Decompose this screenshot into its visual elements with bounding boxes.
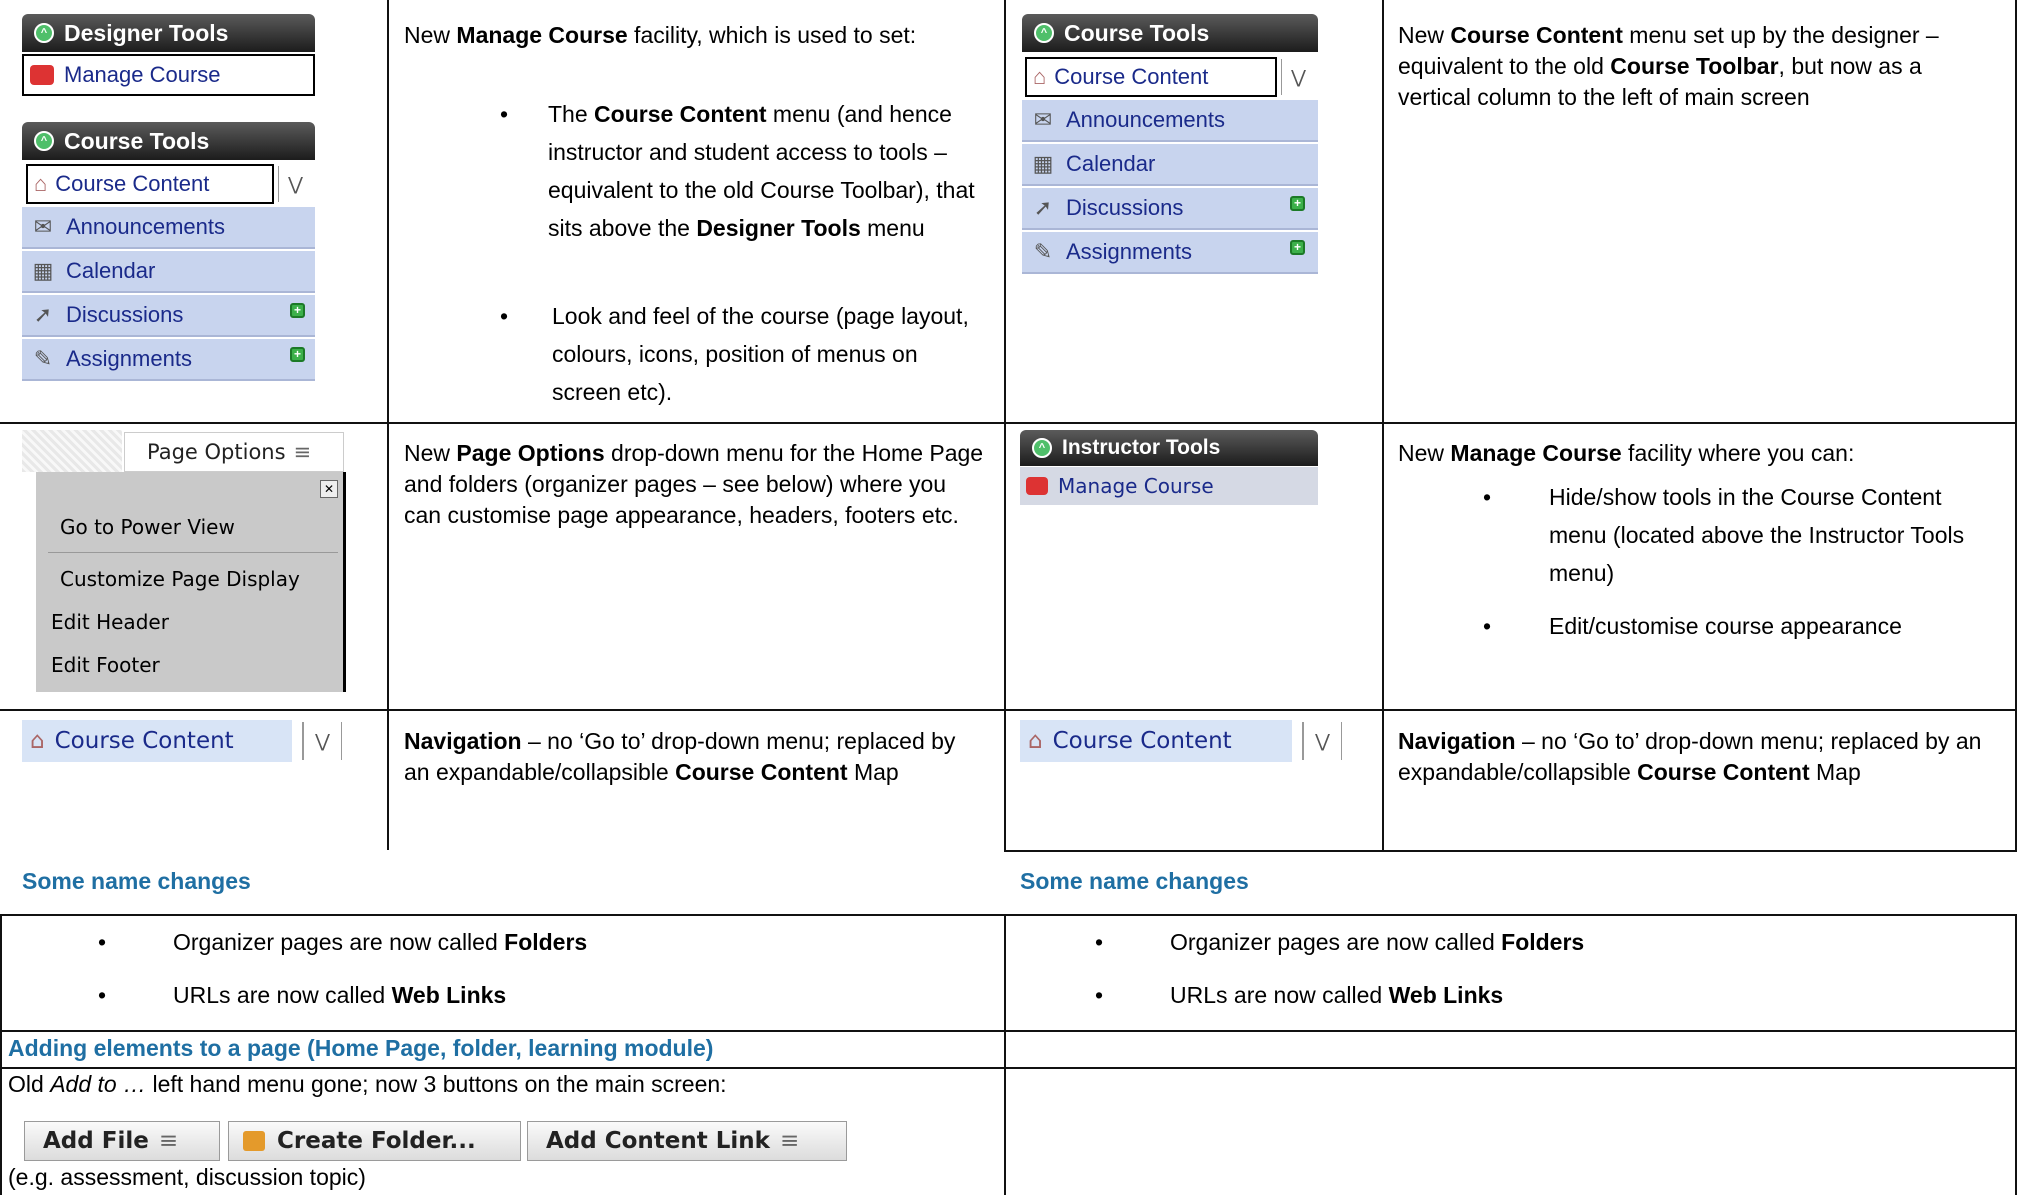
discussions-link[interactable]: Discussions bbox=[1066, 195, 1183, 221]
designer-tools-header: Designer Tools bbox=[64, 19, 229, 46]
manage-course-icon bbox=[30, 65, 54, 85]
manage-course-link[interactable]: Manage Course bbox=[64, 62, 221, 88]
name-changes-heading-left: Some name changes bbox=[22, 868, 251, 894]
bullet-web-links-right: • URLs are now called Web Links bbox=[1095, 982, 1504, 1008]
calendar-link[interactable]: Calendar bbox=[66, 258, 155, 284]
bullet-course-content-menu: • The Course Content menu (and hence ins… bbox=[500, 101, 975, 241]
home-icon: ⌂ bbox=[34, 171, 48, 196]
add-icon[interactable]: + bbox=[1290, 240, 1305, 255]
megaphone-icon: ✉ bbox=[33, 214, 53, 239]
adding-elements-heading: Adding elements to a page (Home Page, fo… bbox=[8, 1035, 714, 1061]
chevron-down-icon[interactable]: ⋁ bbox=[302, 722, 342, 760]
discussions-link[interactable]: Discussions bbox=[66, 302, 183, 328]
home-icon: ⌂ bbox=[30, 728, 45, 754]
instructor-manage-description: New Manage Course facility where you can… bbox=[1398, 440, 1855, 466]
course-tools-header: Course Tools bbox=[64, 127, 210, 154]
course-content-description: New Course Content menu set up by the de… bbox=[1398, 22, 1939, 110]
chevron-down-icon[interactable]: ⋁ bbox=[1281, 59, 1315, 95]
assignment-icon: ✎ bbox=[33, 346, 53, 371]
collapse-icon[interactable]: ^ bbox=[1032, 438, 1052, 458]
close-icon[interactable]: ✕ bbox=[320, 480, 338, 498]
adding-elements-text: Old Add to … left hand menu gone; now 3 … bbox=[8, 1071, 727, 1097]
name-changes-heading-right: Some name changes bbox=[1020, 868, 1249, 894]
folder-icon bbox=[243, 1131, 265, 1151]
announcements-link[interactable]: Announcements bbox=[66, 214, 225, 240]
home-icon: ⌂ bbox=[1028, 728, 1043, 754]
menu-item-edit-footer[interactable]: Edit Footer bbox=[51, 653, 160, 677]
bullet-edit-appearance: • Edit/customise course appearance bbox=[1483, 613, 1902, 639]
dropdown-icon: ≡ bbox=[779, 1128, 800, 1154]
add-icon[interactable]: + bbox=[290, 303, 305, 318]
course-content-link[interactable]: Course Content bbox=[55, 171, 209, 197]
collapse-icon[interactable]: ^ bbox=[34, 131, 54, 151]
menu-item-customize-page[interactable]: Customize Page Display bbox=[60, 567, 300, 591]
instructor-tools-header: Instructor Tools bbox=[1062, 436, 1221, 459]
pin-icon: ➚ bbox=[1033, 195, 1053, 220]
navigation-description-left: Navigation – no ‘Go to’ drop-down menu; … bbox=[404, 728, 956, 785]
collapse-icon[interactable]: ^ bbox=[1034, 23, 1054, 43]
assignments-link[interactable]: Assignments bbox=[1066, 239, 1192, 265]
collapse-icon[interactable]: ^ bbox=[34, 23, 54, 43]
course-content-link[interactable]: Course Content bbox=[1054, 64, 1208, 90]
bullet-web-links-left: • URLs are now called Web Links bbox=[98, 982, 507, 1008]
announcements-link[interactable]: Announcements bbox=[1066, 107, 1225, 133]
manage-course-link[interactable]: Manage Course bbox=[1058, 474, 1214, 498]
navigation-description-right: Navigation – no ‘Go to’ drop-down menu; … bbox=[1398, 728, 1982, 785]
calendar-link[interactable]: Calendar bbox=[1066, 151, 1155, 177]
add-content-link-button[interactable]: Add Content Link ≡ bbox=[527, 1121, 847, 1161]
bullet-folders-right: • Organizer pages are now called Folders bbox=[1095, 929, 1585, 955]
chevron-down-icon[interactable]: ⋁ bbox=[1302, 722, 1342, 760]
course-tools-header: Course Tools bbox=[1064, 19, 1210, 46]
megaphone-icon: ✉ bbox=[1033, 107, 1053, 132]
dropdown-icon: ≡ bbox=[293, 440, 312, 464]
bullet-hide-show-tools: • Hide/show tools in the Course Content … bbox=[1483, 484, 1965, 586]
chevron-down-icon[interactable]: ⋁ bbox=[278, 166, 312, 202]
calendar-icon: ▦ bbox=[1032, 151, 1054, 176]
assignment-icon: ✎ bbox=[1033, 239, 1053, 264]
pin-icon: ➚ bbox=[33, 302, 53, 327]
assignments-link[interactable]: Assignments bbox=[66, 346, 192, 372]
add-icon[interactable]: + bbox=[290, 347, 305, 362]
dropdown-icon: ≡ bbox=[158, 1128, 179, 1154]
manage-course-description: New Manage Course facility, which is use… bbox=[404, 22, 917, 48]
add-file-button[interactable]: Add File ≡ bbox=[24, 1121, 220, 1161]
menu-item-power-view[interactable]: Go to Power View bbox=[60, 515, 235, 539]
page-options-description: New Page Options drop-down menu for the … bbox=[404, 440, 984, 528]
bullet-look-and-feel: • Look and feel of the course (page layo… bbox=[500, 303, 969, 405]
menu-item-edit-header[interactable]: Edit Header bbox=[51, 610, 169, 634]
home-icon: ⌂ bbox=[1033, 64, 1047, 89]
adding-elements-note: (e.g. assessment, discussion topic) bbox=[8, 1164, 366, 1190]
bullet-folders-left: • Organizer pages are now called Folders bbox=[98, 929, 588, 955]
manage-course-icon bbox=[1026, 477, 1048, 495]
add-icon[interactable]: + bbox=[1290, 196, 1305, 211]
page-options-button[interactable]: Page Options ≡ bbox=[124, 432, 344, 472]
calendar-icon: ▦ bbox=[32, 258, 54, 283]
create-folder-button[interactable]: Create Folder... bbox=[228, 1121, 521, 1161]
